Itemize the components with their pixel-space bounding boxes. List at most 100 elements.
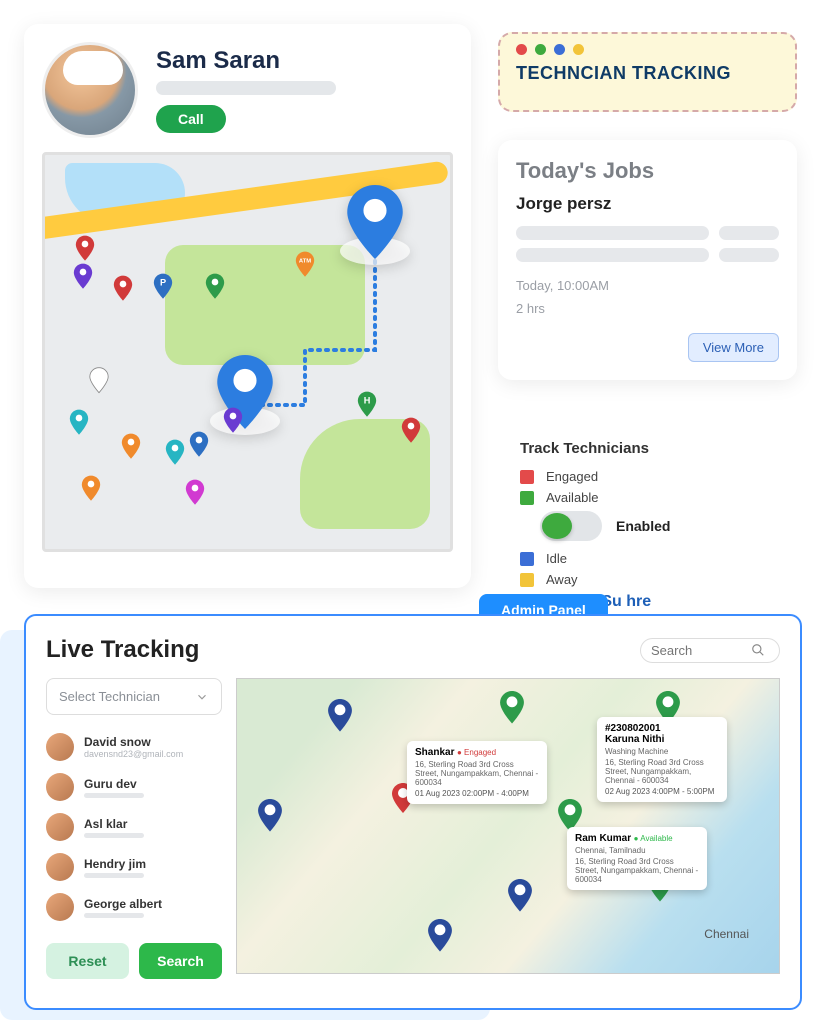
job-duration: 2 hrs [516, 297, 779, 320]
tech-name: Guru dev [84, 777, 144, 791]
dot-icon [535, 44, 546, 55]
live-tracking-header: Live Tracking [46, 636, 780, 664]
placeholder-row [516, 248, 779, 262]
idle-tech-pin-icon[interactable] [427, 919, 453, 953]
button-row: Reset Search [46, 943, 222, 979]
enable-toggle[interactable] [540, 511, 602, 541]
tech-avatar-icon [46, 813, 74, 841]
tech-name: George albert [84, 897, 162, 911]
dot-icon [554, 44, 565, 55]
tech-avatar-icon [46, 733, 74, 761]
poi-pin-icon [121, 433, 141, 461]
chevron-down-icon [195, 690, 209, 704]
callout-available[interactable]: Ram Kumar ● Available Chennai, Tamilnadu… [567, 827, 707, 890]
toggle-label: Enabled [616, 518, 670, 534]
poi-pin-icon [89, 367, 109, 395]
technician-item[interactable]: George albert [46, 887, 222, 927]
color-swatch-icon [520, 470, 534, 484]
callout-job[interactable]: #230802001 Karuna Nithi Washing Machine … [597, 717, 727, 802]
tech-mail: davensnd23@gmail.com [84, 749, 183, 759]
color-swatch-icon [520, 573, 534, 587]
idle-tech-pin-icon[interactable] [507, 879, 533, 913]
tech-avatar-icon [46, 773, 74, 801]
view-more-button[interactable]: View More [688, 333, 779, 362]
poi-pin-icon [75, 235, 95, 263]
live-map[interactable]: Shankar ● Engaged 16, Sterling Road 3rd … [236, 678, 780, 974]
live-tracking-title: Live Tracking [46, 636, 199, 664]
atm-pin-icon: ATM [295, 251, 315, 279]
tech-avatar-icon [46, 893, 74, 921]
idle-tech-pin-icon[interactable] [327, 699, 353, 733]
search-box[interactable] [640, 638, 780, 663]
toggle-row: Enabled [540, 511, 790, 541]
tech-name: David snow [84, 735, 183, 749]
poi-pin-icon [81, 475, 101, 503]
poi-pin-icon [73, 263, 93, 291]
avatar [42, 42, 138, 138]
legend-item: Idle [520, 551, 790, 566]
poi-pin-icon [113, 275, 133, 303]
job-time: Today, 10:00AM [516, 274, 779, 297]
tracking-banner: TECHNCIAN TRACKING [498, 32, 797, 112]
poi-pin-icon [69, 409, 89, 437]
profile-header: Sam Saran Call [42, 42, 453, 138]
technician-item[interactable]: Asl klar [46, 807, 222, 847]
idle-tech-pin-icon[interactable] [257, 799, 283, 833]
legend-title: Track Technicians [520, 440, 790, 457]
svg-text:H: H [364, 395, 371, 405]
poi-pin-icon [165, 439, 185, 467]
destination-pin-icon [347, 185, 403, 259]
legend: Track Technicians Engaged Available Enab… [520, 440, 790, 611]
job-meta: Today, 10:00AM 2 hrs [516, 274, 779, 321]
poi-pin-icon [189, 431, 209, 459]
city-label: Chennai [704, 927, 749, 941]
poi-pin-icon [223, 407, 243, 435]
search-input[interactable] [651, 643, 751, 658]
profile-name: Sam Saran [156, 47, 453, 75]
dot-icon [573, 44, 584, 55]
search-icon [751, 643, 765, 657]
poi-pin-icon [185, 479, 205, 507]
dot-icon [516, 44, 527, 55]
todays-jobs-card: Today's Jobs Jorge persz Today, 10:00AM … [498, 140, 797, 380]
job-customer: Jorge persz [516, 194, 779, 214]
select-technician-dropdown[interactable]: Select Technician [46, 678, 222, 715]
legend-item: Engaged [520, 469, 790, 484]
technician-item[interactable]: David snowdavensnd23@gmail.com [46, 727, 222, 767]
legend-item: Away [520, 572, 790, 587]
technician-item[interactable]: Guru dev [46, 767, 222, 807]
profile-info: Sam Saran Call [156, 47, 453, 133]
placeholder-bar [84, 873, 144, 878]
reset-button[interactable]: Reset [46, 943, 129, 979]
tech-name: Hendry jim [84, 857, 146, 871]
banner-title: TECHNCIAN TRACKING [516, 63, 779, 84]
svg-text:ATM: ATM [299, 259, 311, 265]
available-tech-pin-icon[interactable] [499, 691, 525, 725]
search-button[interactable]: Search [139, 943, 222, 979]
color-swatch-icon [520, 491, 534, 505]
placeholder-bar [84, 913, 144, 918]
technician-item[interactable]: Hendry jim [46, 847, 222, 887]
profile-card: Sam Saran Call P ATM H [24, 24, 471, 588]
legend-item: Available [520, 490, 790, 505]
technician-sidebar: Select Technician David snowdavensnd23@g… [46, 678, 222, 979]
admin-panel: Live Tracking Select Technician David sn… [24, 614, 802, 1010]
placeholder-row [516, 226, 779, 240]
callout-engaged[interactable]: Shankar ● Engaged 16, Sterling Road 3rd … [407, 741, 547, 804]
parking-pin-icon: P [153, 273, 173, 301]
jobs-title: Today's Jobs [516, 158, 779, 184]
svg-text:P: P [160, 277, 166, 287]
toggle-knob-icon [542, 513, 572, 539]
name-placeholder-bar [156, 81, 336, 95]
banner-dots [516, 44, 779, 55]
tech-name: Asl klar [84, 817, 144, 831]
poi-pin-icon [205, 273, 225, 301]
live-tracking-body: Select Technician David snowdavensnd23@g… [46, 678, 780, 979]
route-map[interactable]: P ATM H [42, 152, 453, 552]
color-swatch-icon [520, 552, 534, 566]
placeholder-bar [84, 833, 144, 838]
call-button[interactable]: Call [156, 105, 226, 133]
poi-pin-icon [401, 417, 421, 445]
technician-list: David snowdavensnd23@gmail.com Guru dev As… [46, 727, 222, 927]
tech-avatar-icon [46, 853, 74, 881]
